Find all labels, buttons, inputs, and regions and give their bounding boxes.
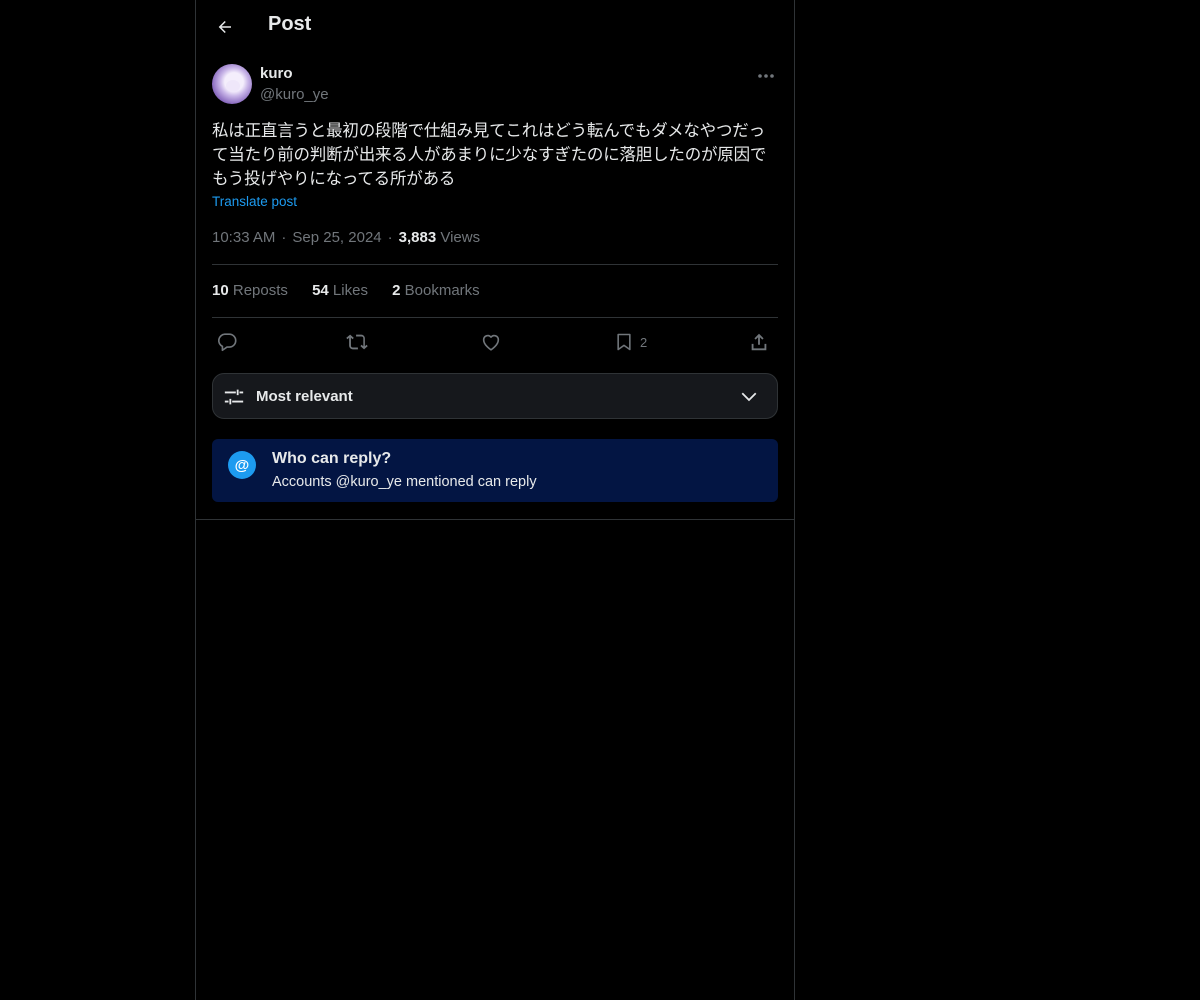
at-mention-icon: @ (228, 451, 256, 479)
bookmarks-stat[interactable]: 2 Bookmarks (392, 282, 480, 299)
post-author: kuro @kuro_ye (212, 64, 778, 108)
views-count: 3,883 (398, 229, 437, 246)
author-display-name[interactable]: kuro (260, 65, 293, 82)
author-handle[interactable]: @kuro_ye (260, 86, 329, 103)
post-text: 私は正直言うと最初の段階で仕組み見てこれはどう転んでもダメなやつだって当たり前の… (212, 121, 767, 188)
share-button[interactable] (748, 328, 770, 356)
bookmark-button[interactable]: 2 (614, 328, 647, 356)
repost-button[interactable] (345, 328, 369, 356)
post-column: Post kuro @kuro_ye 私は正直言うと最初の段階で仕組み見てこれは… (195, 0, 795, 1000)
engagement-stats: 10 Reposts 54 Likes 2 Bookmarks (212, 282, 500, 299)
avatar[interactable] (212, 64, 252, 104)
chevron-down-icon (741, 392, 757, 402)
reply-restriction-notice: @ Who can reply? Accounts @kuro_ye menti… (212, 439, 778, 502)
reply-button[interactable] (216, 328, 238, 356)
action-bar: 2 (212, 328, 778, 356)
meta-separator: · (281, 229, 287, 246)
sort-label: Most relevant (256, 388, 353, 405)
divider (212, 264, 778, 265)
arrow-left-icon (218, 21, 231, 33)
reply-restriction-subtitle: Accounts @kuro_ye mentioned can reply (272, 474, 537, 490)
filter-sliders-icon (224, 389, 244, 405)
reposts-count: 10 (212, 282, 229, 299)
post-date[interactable]: Sep 25, 2024 (292, 229, 381, 246)
bookmarks-label: Bookmarks (404, 282, 480, 299)
share-icon (751, 333, 767, 351)
likes-label: Likes (332, 282, 368, 299)
page-header: Post (196, 0, 794, 54)
repost-icon (346, 334, 368, 350)
reply-sort-dropdown[interactable]: Most relevant (212, 373, 778, 419)
post-time[interactable]: 10:33 AM (212, 229, 275, 246)
like-button[interactable] (480, 328, 502, 356)
bookmark-count: 2 (640, 334, 648, 350)
likes-count: 54 (312, 282, 329, 299)
post-meta: 10:33 AM · Sep 25, 2024 · 3,883 Views (212, 229, 480, 246)
divider (212, 317, 778, 318)
translate-post-link[interactable]: Translate post (212, 194, 297, 209)
divider (196, 519, 794, 520)
bookmarks-count: 2 (392, 282, 401, 299)
more-options-button[interactable] (754, 66, 778, 86)
likes-stat[interactable]: 54 Likes (312, 282, 368, 299)
views-label: Views (440, 229, 481, 246)
back-button[interactable] (212, 14, 238, 40)
more-icon (758, 74, 774, 78)
page-title: Post (268, 13, 312, 35)
bookmark-icon (617, 333, 631, 351)
reposts-stat[interactable]: 10 Reposts (212, 282, 288, 299)
reply-restriction-title: Who can reply? (272, 450, 392, 467)
heart-icon (482, 334, 500, 351)
reposts-label: Reposts (232, 282, 288, 299)
meta-separator: · (387, 229, 393, 246)
reply-icon (218, 333, 237, 352)
